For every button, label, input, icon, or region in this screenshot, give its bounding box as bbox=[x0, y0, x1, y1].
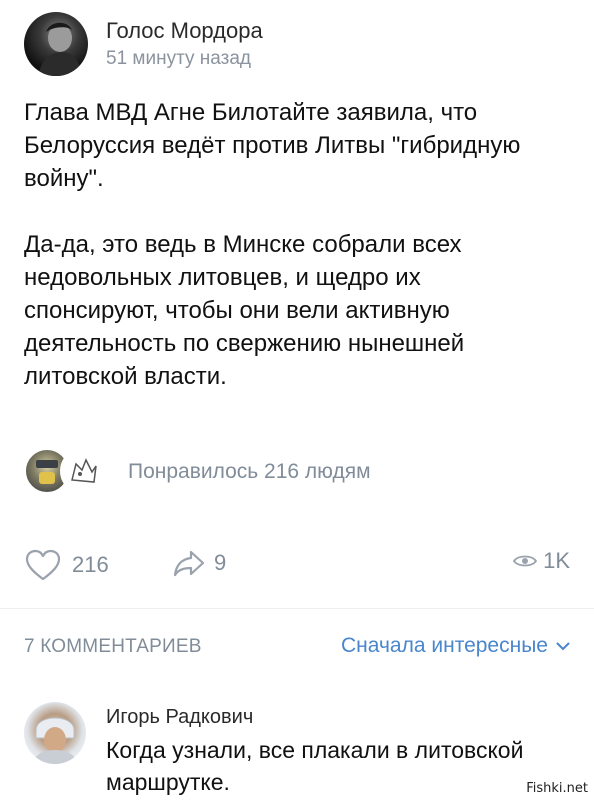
like-button[interactable]: 216 bbox=[24, 548, 109, 582]
comment-author[interactable]: Игорь Радкович bbox=[106, 706, 253, 729]
post-timestamp[interactable]: 51 минуту назад bbox=[106, 48, 251, 70]
watermark: Fishki.net bbox=[526, 781, 588, 796]
share-button[interactable]: 9 bbox=[172, 548, 226, 578]
post-paragraph: Да-да, это ведь в Минске собрали всех не… bbox=[24, 231, 465, 390]
commenter-avatar-image bbox=[32, 717, 78, 764]
commenter-avatar[interactable] bbox=[24, 702, 86, 764]
liker-avatar-image bbox=[71, 458, 97, 483]
likers-row[interactable]: Понравилось 216 людям bbox=[24, 448, 564, 496]
post-actions: 216 9 1K bbox=[24, 548, 570, 584]
comments-count: 7 КОММЕНТАРИЕВ bbox=[24, 636, 202, 657]
comment-text: Когда узнали, все плакали в литовской ма… bbox=[106, 737, 524, 795]
avatar-image bbox=[38, 22, 82, 76]
comments-header: 7 КОММЕНТАРИЕВ Сначала интересные bbox=[24, 632, 570, 662]
chevron-down-icon bbox=[556, 642, 570, 650]
eye-icon bbox=[513, 555, 538, 567]
comments-sort-select[interactable]: Сначала интересные bbox=[341, 634, 570, 658]
liked-by-text[interactable]: Понравилось 216 людям bbox=[128, 460, 371, 484]
views-count: 1K bbox=[543, 548, 570, 573]
post-body: Глава МВД Агне Билотайте заявила, что Бе… bbox=[24, 96, 572, 393]
liker-avatar bbox=[60, 448, 106, 494]
views-counter: 1K bbox=[513, 548, 570, 574]
author-name[interactable]: Голос Мордора bbox=[106, 18, 263, 44]
sort-label: Сначала интересные bbox=[341, 634, 548, 657]
comment-item: Игорь Радкович Когда узнали, все плакали… bbox=[24, 700, 570, 800]
share-count: 9 bbox=[214, 550, 227, 575]
author-avatar[interactable] bbox=[24, 12, 88, 76]
post-header: Голос Мордора 51 минуту назад bbox=[24, 12, 564, 76]
post-paragraph: Глава МВД Агне Билотайте заявила, что Бе… bbox=[24, 99, 521, 192]
like-count: 216 bbox=[72, 552, 109, 577]
divider bbox=[0, 608, 594, 609]
share-arrow-icon bbox=[173, 550, 205, 577]
heart-icon bbox=[25, 549, 61, 581]
